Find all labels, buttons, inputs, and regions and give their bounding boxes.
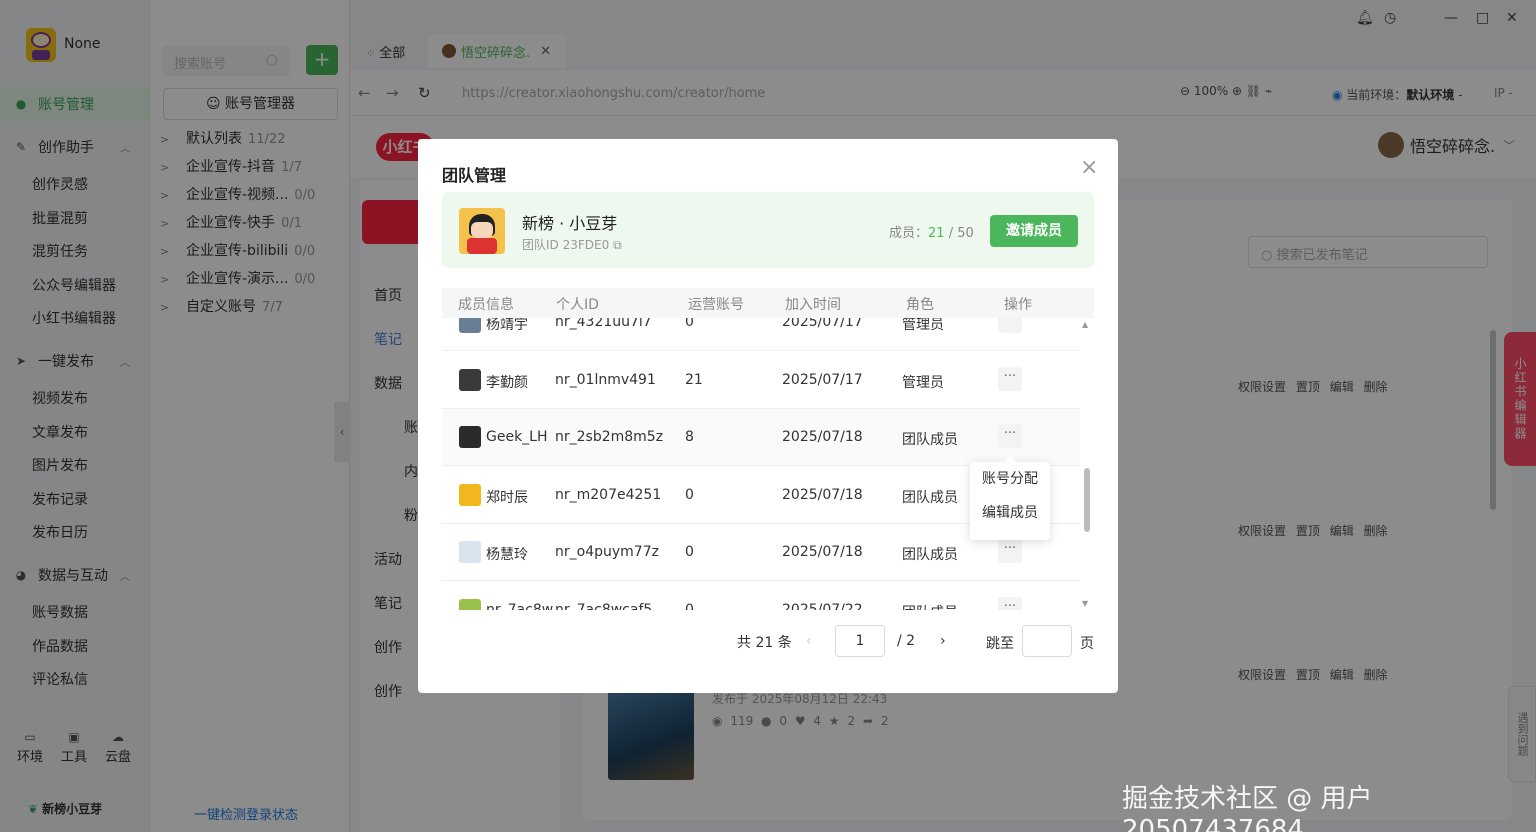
col-actions: 操作: [1004, 297, 1032, 313]
more-actions-button[interactable]: ···: [998, 367, 1022, 391]
col-personal-id: 个人ID: [556, 297, 599, 313]
table-scrollbar[interactable]: ▲ ▼: [1082, 318, 1092, 610]
table-row[interactable]: 杨靖宇 nr_4321uu7i7 0 2025/07/17 管理员 ···: [442, 318, 1080, 351]
table-row[interactable]: nr_7ac8w... nr_7ac8wcaf5... 0 2025/07/22…: [442, 582, 1080, 610]
team-avatar: [459, 208, 505, 254]
table-row[interactable]: Geek_LH nr_2sb2m8m5z 8 2025/07/18 团队成员 ·…: [442, 409, 1080, 466]
col-join-time: 加入时间: [785, 297, 841, 313]
page-count: / 2: [897, 633, 916, 649]
col-accounts: 运营账号: [688, 297, 744, 313]
team-name: 新榜 · 小豆芽: [522, 214, 618, 233]
scroll-thumb[interactable]: [1084, 468, 1090, 532]
page-input[interactable]: 1: [835, 625, 885, 657]
assign-accounts-menu-item[interactable]: 账号分配: [970, 462, 1050, 496]
next-page-icon[interactable]: ›: [940, 633, 946, 649]
prev-page-icon[interactable]: ‹: [806, 633, 812, 649]
copy-icon[interactable]: ⧉: [613, 238, 622, 252]
invite-member-button[interactable]: 邀请成员: [990, 215, 1078, 247]
more-actions-button[interactable]: ···: [998, 424, 1022, 448]
jump-label: 跳至: [986, 636, 1014, 652]
edit-member-menu-item[interactable]: 编辑成员: [970, 496, 1050, 530]
page-unit-label: 页: [1080, 636, 1094, 652]
modal-title: 团队管理: [442, 166, 507, 185]
avatar: [459, 541, 481, 563]
pager-total: 共 21 条: [737, 635, 792, 651]
avatar: [459, 318, 481, 333]
more-actions-button[interactable]: ···: [998, 318, 1022, 333]
more-actions-button[interactable]: ···: [998, 539, 1022, 563]
member-count: 成员：21 / 50: [889, 226, 974, 241]
jump-page-input[interactable]: [1022, 625, 1072, 657]
members-table-header: [442, 288, 1094, 318]
row-actions-popover: 账号分配 编辑成员: [970, 456, 1050, 540]
avatar: [459, 369, 481, 391]
col-role: 角色: [906, 297, 934, 313]
close-icon[interactable]: ×: [1080, 155, 1098, 180]
team-id: 团队ID 23FDE0 ⧉: [522, 238, 622, 252]
more-actions-button[interactable]: ···: [998, 597, 1022, 610]
avatar: [459, 484, 481, 506]
col-member-info: 成员信息: [458, 297, 514, 313]
avatar: [459, 599, 481, 610]
table-row[interactable]: 李勤颜 nr_01lnmv491 21 2025/07/17 管理员 ···: [442, 352, 1080, 409]
scroll-down-icon[interactable]: ▼: [1082, 599, 1088, 608]
avatar: [459, 426, 481, 448]
scroll-up-icon[interactable]: ▲: [1082, 320, 1088, 329]
watermark: 掘金技术社区 @ 用户20507437684: [1122, 784, 1373, 832]
